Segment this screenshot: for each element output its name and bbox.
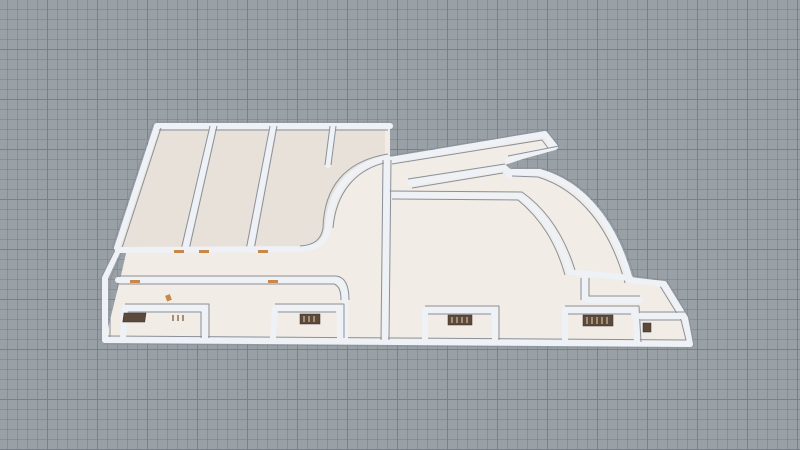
desk-room-4	[582, 314, 614, 327]
desk-room-3	[447, 314, 473, 326]
desk-room-2	[299, 313, 321, 325]
floor-plan-model[interactable]	[0, 0, 800, 450]
3d-viewport[interactable]	[0, 0, 800, 450]
chair-right	[642, 322, 652, 333]
